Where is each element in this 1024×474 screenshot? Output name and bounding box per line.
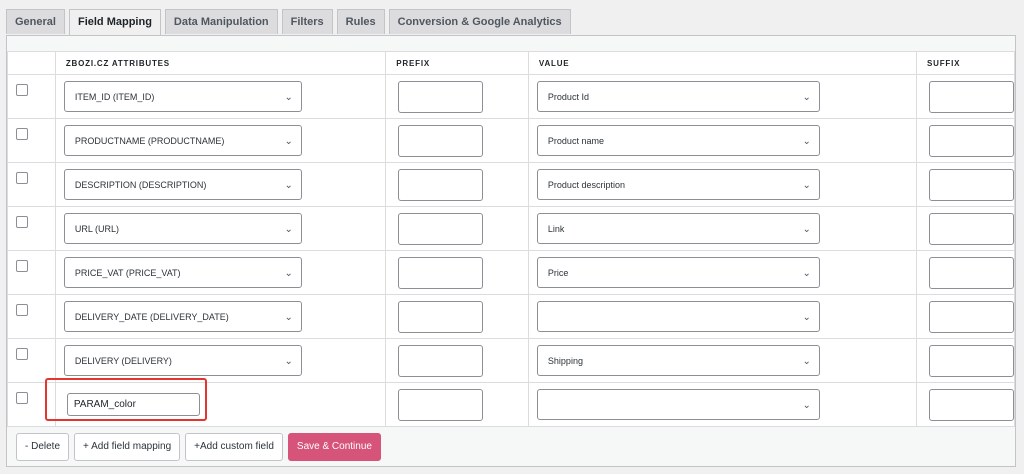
suffix-input[interactable] (929, 212, 1014, 245)
chevron-down-icon: ⌄ (284, 180, 293, 191)
custom-attribute-input[interactable]: PARAM_color (66, 393, 200, 416)
chevron-down-icon: ⌄ (802, 268, 811, 279)
value-select-value: Product description (547, 180, 625, 190)
value-column-header: VALUE (527, 51, 918, 75)
attribute-select[interactable]: DESCRIPTION (DESCRIPTION) ⌄ (63, 169, 302, 200)
prefix-input[interactable] (398, 344, 484, 377)
suffix-input[interactable] (929, 300, 1014, 333)
attribute-select[interactable]: PRODUCTNAME (PRODUCTNAME) ⌄ (63, 125, 302, 156)
chevron-down-icon: ⌄ (802, 224, 811, 235)
table-row: DELIVERY_DATE (DELIVERY_DATE) ⌄ ⌄ (7, 294, 1015, 339)
suffix-input[interactable] (929, 124, 1014, 157)
suffix-column-header: SUFFIX (916, 51, 1015, 75)
add-custom-field-button[interactable]: +Add custom field (185, 433, 283, 461)
value-select[interactable]: Product name ⌄ (536, 125, 820, 156)
tab-general[interactable]: General (6, 9, 65, 34)
value-select[interactable]: Price ⌄ (536, 257, 820, 288)
value-select-value: Price (547, 268, 569, 278)
suffix-input[interactable] (929, 168, 1014, 201)
prefix-input[interactable] (398, 300, 484, 333)
attribute-select-value: PRICE_VAT (PRICE_VAT) (74, 268, 181, 278)
prefix-input[interactable] (398, 256, 484, 289)
value-select[interactable]: Link ⌄ (536, 213, 820, 244)
chevron-down-icon: ⌄ (284, 312, 293, 323)
row-checkbox[interactable] (16, 260, 28, 272)
chevron-down-icon: ⌄ (802, 136, 811, 147)
value-select-value: Product name (547, 136, 604, 146)
row-checkbox[interactable] (16, 392, 28, 404)
table-row: URL (URL) ⌄ Link ⌄ (7, 206, 1015, 251)
chevron-down-icon: ⌄ (802, 400, 811, 411)
attribute-select-value: DELIVERY (DELIVERY) (74, 356, 172, 366)
attribute-select[interactable]: PRICE_VAT (PRICE_VAT) ⌄ (63, 257, 302, 288)
table-header-row: ZBOZI.CZ ATTRIBUTES PREFIX VALUE SUFFIX (7, 51, 1015, 75)
attribute-select-value: PRODUCTNAME (PRODUCTNAME) (74, 136, 225, 146)
row-checkbox[interactable] (16, 128, 28, 140)
value-select[interactable]: Product Id ⌄ (536, 81, 820, 112)
suffix-input[interactable] (929, 388, 1014, 421)
table-row: PRODUCTNAME (PRODUCTNAME) ⌄ Product name ⌄ (7, 118, 1015, 163)
attribute-select-value: URL (URL) (74, 224, 120, 234)
tab-data-manipulation[interactable]: Data Manipulation (164, 9, 278, 34)
tab-filters[interactable]: Filters (281, 9, 333, 34)
attribute-select[interactable]: DELIVERY_DATE (DELIVERY_DATE) ⌄ (63, 301, 302, 332)
row-checkbox[interactable] (16, 172, 28, 184)
value-select-value: Link (547, 224, 565, 234)
prefix-input[interactable] (398, 80, 484, 113)
row-checkbox[interactable] (16, 304, 28, 316)
attribute-select[interactable]: ITEM_ID (ITEM_ID) ⌄ (63, 81, 302, 112)
row-checkbox[interactable] (16, 84, 28, 96)
chevron-down-icon: ⌄ (802, 92, 811, 103)
prefix-column-header: PREFIX (385, 51, 529, 75)
chevron-down-icon: ⌄ (802, 312, 811, 323)
attribute-select-value: ITEM_ID (ITEM_ID) (74, 92, 155, 102)
table-row: ITEM_ID (ITEM_ID) ⌄ Product Id ⌄ (7, 74, 1015, 119)
value-select-value: Shipping (547, 356, 583, 366)
value-select[interactable]: ⌄ (536, 301, 820, 332)
tab-conversion-analytics[interactable]: Conversion & Google Analytics (388, 9, 571, 34)
chevron-down-icon: ⌄ (284, 92, 293, 103)
table-row: PRICE_VAT (PRICE_VAT) ⌄ Price ⌄ (7, 250, 1015, 295)
tab-rules[interactable]: Rules (336, 9, 385, 34)
attributes-column-header: ZBOZI.CZ ATTRIBUTES (54, 51, 387, 75)
add-field-mapping-button[interactable]: + Add field mapping (74, 433, 181, 461)
prefix-input[interactable] (398, 124, 484, 157)
attribute-select-value: DELIVERY_DATE (DELIVERY_DATE) (74, 312, 229, 322)
table-row: DELIVERY (DELIVERY) ⌄ Shipping ⌄ (7, 338, 1015, 383)
row-checkbox[interactable] (16, 348, 28, 360)
tab-bar: General Field Mapping Data Manipulation … (6, 9, 575, 35)
field-mapping-panel: ZBOZI.CZ ATTRIBUTES PREFIX VALUE SUFFIX … (6, 35, 1016, 467)
suffix-input[interactable] (929, 80, 1014, 113)
select-column-header (7, 51, 56, 75)
chevron-down-icon: ⌄ (284, 356, 293, 367)
attribute-select[interactable]: DELIVERY (DELIVERY) ⌄ (63, 345, 302, 376)
chevron-down-icon: ⌄ (802, 356, 811, 367)
chevron-down-icon: ⌄ (284, 136, 293, 147)
value-select-value: Product Id (547, 92, 589, 102)
suffix-input[interactable] (929, 344, 1014, 377)
action-bar: - Delete + Add field mapping +Add custom… (16, 433, 386, 461)
chevron-down-icon: ⌄ (284, 268, 293, 279)
delete-button[interactable]: - Delete (16, 433, 70, 461)
table-row: DESCRIPTION (DESCRIPTION) ⌄ Product descr… (7, 162, 1015, 207)
row-checkbox[interactable] (16, 216, 28, 228)
suffix-input[interactable] (929, 256, 1014, 289)
chevron-down-icon: ⌄ (284, 224, 293, 235)
prefix-input[interactable] (398, 168, 484, 201)
prefix-input[interactable] (398, 212, 484, 245)
chevron-down-icon: ⌄ (802, 180, 811, 191)
attribute-select[interactable]: URL (URL) ⌄ (63, 213, 302, 244)
field-mapping-table: ZBOZI.CZ ATTRIBUTES PREFIX VALUE SUFFIX … (7, 51, 1015, 427)
tab-field-mapping[interactable]: Field Mapping (68, 9, 161, 35)
prefix-input[interactable] (398, 388, 484, 421)
value-select[interactable]: Product description ⌄ (536, 169, 820, 200)
save-continue-button[interactable]: Save & Continue (287, 433, 381, 461)
attribute-select-value: DESCRIPTION (DESCRIPTION) (74, 180, 207, 190)
custom-field-row: PARAM_color ⌄ (7, 382, 1015, 427)
value-select[interactable]: ⌄ (536, 389, 820, 420)
value-select[interactable]: Shipping ⌄ (536, 345, 820, 376)
